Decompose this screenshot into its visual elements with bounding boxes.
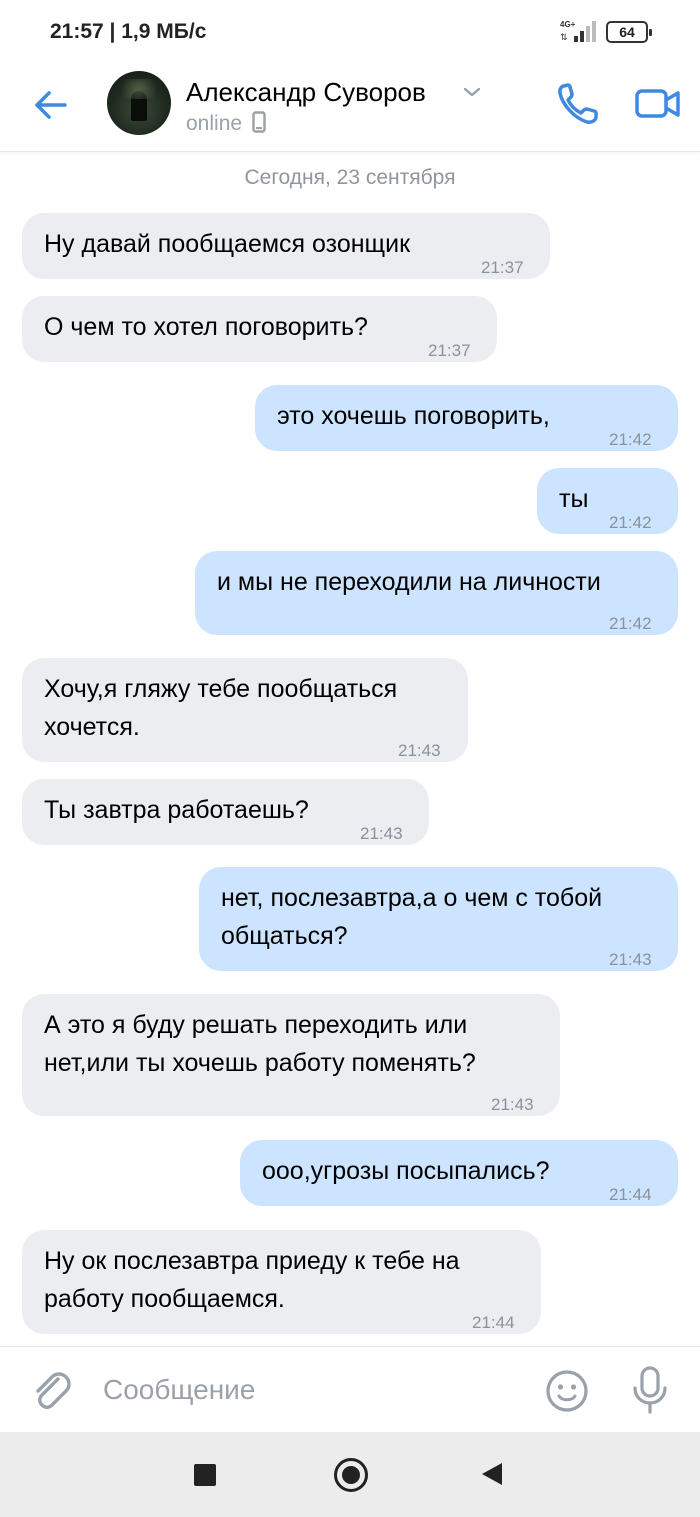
microphone-icon[interactable] [628, 1365, 672, 1415]
message-bubble-incoming[interactable]: О чем то хотел поговорить? 21:37 [22, 296, 497, 362]
message-text: и мы не переходили на личности [217, 568, 601, 596]
message-text: Ты завтра работаешь? [44, 796, 309, 824]
chat-header: Александр Суворов online [0, 62, 700, 152]
video-camera-icon[interactable] [634, 82, 682, 126]
contact-name[interactable]: Александр Суворов [186, 77, 426, 108]
message-time: 21:42 [609, 614, 652, 633]
message-text: работу пообщаемся. [44, 1285, 285, 1313]
signal-icon: 4G+ ⇅ [560, 20, 596, 42]
message-text: ооо,угрозы посыпались? [262, 1157, 550, 1185]
emoji-icon[interactable] [544, 1368, 590, 1414]
message-text: это хочешь поговорить, [277, 402, 550, 430]
nav-recents-icon[interactable] [194, 1464, 216, 1486]
message-time: 21:43 [491, 1095, 534, 1114]
chevron-down-icon[interactable] [462, 84, 482, 100]
message-bubble-outgoing[interactable]: и мы не переходили на личности 21:42 [195, 551, 678, 635]
message-text: О чем то хотел поговорить? [44, 313, 368, 341]
message-text: хочется. [44, 713, 140, 741]
message-text: нет, послезавтра,а о чем с тобой [221, 884, 603, 912]
message-text: общаться? [221, 922, 348, 950]
contact-avatar[interactable] [107, 71, 171, 135]
message-bubble-outgoing[interactable]: это хочешь поговорить, 21:42 [255, 385, 678, 451]
nav-back-icon[interactable] [482, 1463, 502, 1485]
message-text: Ну давай пообщаемся озонщик [44, 230, 411, 258]
status-bar: 21:57 | 1,9 МБ/с 4G+ ⇅ 64 [0, 0, 700, 62]
nav-home-icon[interactable] [334, 1458, 368, 1492]
message-bubble-incoming[interactable]: Хочу,я гляжу тебе пообщаться хочется. 21… [22, 658, 468, 762]
message-text: Хочу,я гляжу тебе пообщаться [44, 675, 398, 703]
phone-device-icon [252, 111, 266, 133]
message-text: А это я буду решать переходить или [44, 1011, 468, 1039]
message-time: 21:44 [609, 1185, 652, 1204]
message-bubble-incoming[interactable]: Ты завтра работаешь? 21:43 [22, 779, 429, 845]
message-input[interactable] [103, 1369, 523, 1411]
message-text: ты [559, 485, 589, 513]
phone-icon[interactable] [554, 80, 602, 128]
svg-text:⇅: ⇅ [560, 32, 568, 42]
message-bubble-outgoing[interactable]: ты 21:42 [537, 468, 678, 534]
date-separator: Сегодня, 23 сентября [244, 166, 456, 189]
message-bubble-incoming[interactable]: Ну давай пообщаемся озонщик 21:37 [22, 213, 550, 279]
message-bubble-incoming[interactable]: А это я буду решать переходить или нет,и… [22, 994, 560, 1116]
system-nav-bar [0, 1432, 700, 1517]
message-composer [0, 1346, 700, 1432]
message-text: Ну ок послезавтра приеду к тебе на [44, 1247, 460, 1275]
message-bubble-outgoing[interactable]: ооо,угрозы посыпались? 21:44 [240, 1140, 678, 1206]
network-type: 4G+ [560, 20, 576, 29]
message-time: 21:43 [360, 824, 403, 843]
status-time: 21:57 | 1,9 МБ/с [50, 20, 207, 43]
message-time: 21:42 [609, 513, 652, 532]
status-text: online [186, 112, 243, 135]
message-bubble-incoming[interactable]: Ну ок послезавтра приеду к тебе на работ… [22, 1230, 541, 1334]
battery-indicator: 64 [606, 21, 652, 43]
message-time: 21:37 [428, 341, 471, 360]
back-button[interactable] [26, 80, 76, 130]
message-time: 21:37 [481, 258, 524, 277]
message-time: 21:43 [398, 741, 441, 760]
contact-status: online [186, 111, 266, 136]
message-time: 21:44 [472, 1313, 515, 1332]
message-text: нет,или ты хочешь работу поменять? [44, 1049, 476, 1077]
message-time: 21:43 [609, 950, 652, 969]
message-bubble-outgoing[interactable]: нет, послезавтра,а о чем с тобой общатьс… [199, 867, 678, 971]
paperclip-icon[interactable] [28, 1367, 74, 1413]
message-time: 21:42 [609, 430, 652, 449]
back-arrow-icon [35, 91, 67, 119]
